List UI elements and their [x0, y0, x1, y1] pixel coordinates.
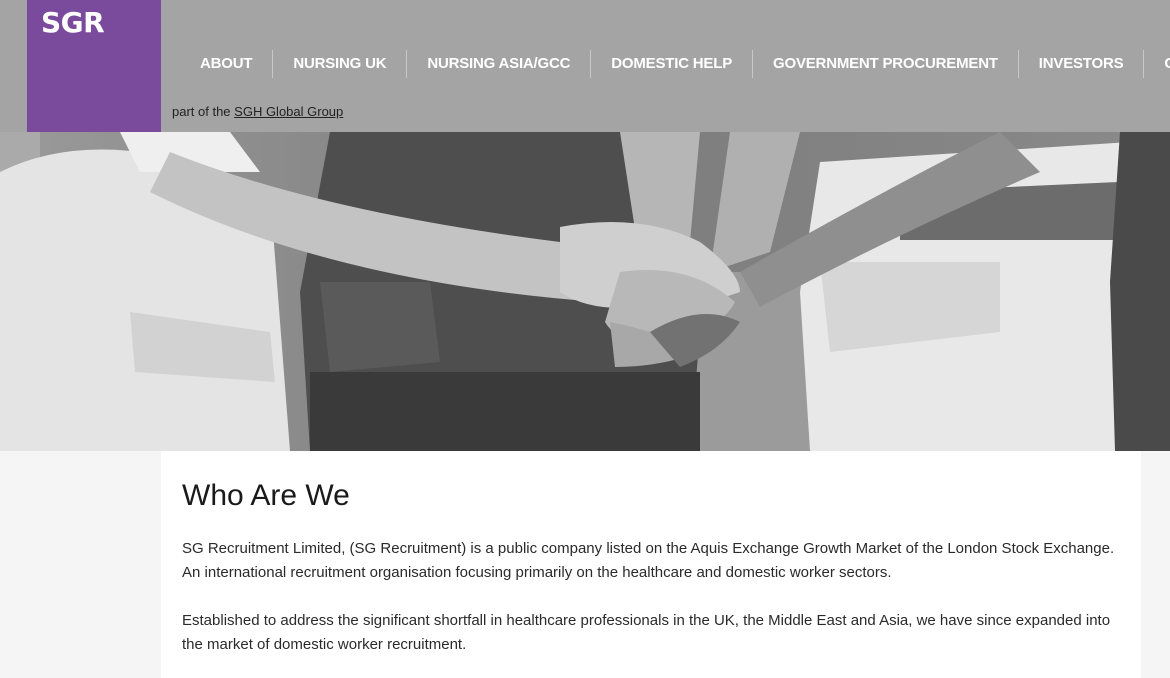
about-paragraph-2: Established to address the significant s…	[182, 612, 1111, 653]
nav-government-procurement[interactable]: GOVERNMENT PROCUREMENT	[753, 50, 1019, 78]
group-tagline: part of the SGH Global Group	[172, 104, 343, 119]
section-title: Who Are We	[182, 479, 350, 512]
nav-about[interactable]: ABOUT	[180, 50, 274, 78]
about-paragraph-1: SG Recruitment Limited, (SG Recruitment)…	[182, 540, 1115, 581]
nav-nursing-uk[interactable]: NURSING UK	[273, 50, 408, 78]
main-nav: ABOUT NURSING UK NURSING ASIA/GCC DOMEST…	[180, 50, 1170, 78]
nav-investors[interactable]: INVESTORS	[1019, 50, 1145, 78]
tagline-prefix: part of the	[172, 104, 235, 119]
logo-text: SGR	[41, 6, 105, 39]
hero-image	[0, 132, 1170, 451]
nav-nursing-asia-gcc[interactable]: NURSING ASIA/GCC	[407, 50, 592, 78]
nav-contact[interactable]: CON	[1144, 50, 1170, 78]
about-section: Who Are We SG Recruitment Limited, (SG R…	[161, 451, 1141, 678]
hands-together-photo	[0, 132, 1170, 451]
sgr-logo[interactable]: SGR	[27, 0, 161, 132]
site-header: SGR ABOUT NURSING UK NURSING ASIA/GCC DO…	[0, 0, 1170, 132]
nav-domestic-help[interactable]: DOMESTIC HELP	[591, 50, 754, 78]
sgh-global-group-link[interactable]: SGH Global Group	[234, 104, 343, 119]
